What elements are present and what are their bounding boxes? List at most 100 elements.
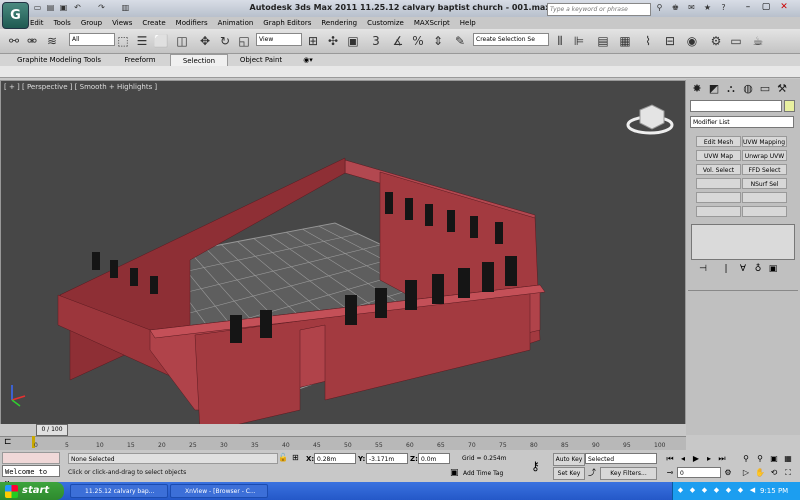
z-coordinate-field[interactable]: 0.0m: [418, 453, 450, 464]
taskbar-task-xnview[interactable]: XnView - [Browser - C...: [170, 484, 268, 498]
pivot-center-icon[interactable]: ⊞: [305, 33, 321, 49]
tab-freeform[interactable]: Freeform: [116, 54, 164, 66]
application-button[interactable]: G: [2, 2, 29, 29]
render-setup-icon[interactable]: ⚙: [708, 33, 724, 49]
maximize-button[interactable]: ▢: [758, 1, 774, 14]
pan-icon[interactable]: ✋: [754, 467, 766, 478]
tray-icon[interactable]: ◆: [736, 486, 745, 495]
previous-frame-icon[interactable]: ◂: [677, 453, 689, 464]
layer-manager-icon[interactable]: ▤: [595, 33, 611, 49]
maxscript-listener-input[interactable]: Welcome to M:: [2, 465, 60, 488]
tray-icon[interactable]: ◆: [712, 486, 721, 495]
unlink-icon[interactable]: ⚮: [24, 33, 40, 49]
open-file-icon[interactable]: ▤: [45, 3, 56, 13]
snaps-toggle[interactable]: 3: [368, 33, 384, 49]
bind-space-warp-icon[interactable]: ≋: [44, 33, 60, 49]
utilities-panel-icon[interactable]: ⚒: [775, 82, 789, 96]
menu-tools[interactable]: Tools: [54, 17, 71, 29]
object-name-field[interactable]: [690, 100, 782, 112]
y-coordinate-field[interactable]: -3.171m: [366, 453, 408, 464]
auto-key-button[interactable]: Auto Key: [553, 453, 585, 466]
new-file-icon[interactable]: ▭: [32, 3, 43, 13]
tray-icon[interactable]: ◆: [724, 486, 733, 495]
close-button[interactable]: ✕: [776, 1, 792, 14]
minimize-button[interactable]: –: [740, 1, 756, 14]
render-production-icon[interactable]: ☕: [750, 33, 766, 49]
modifier-button[interactable]: Unwrap UVW: [742, 150, 787, 161]
zoom-extents-all-icon[interactable]: ▦: [782, 453, 794, 464]
select-link-icon[interactable]: ⚯: [6, 33, 22, 49]
create-panel-icon[interactable]: ✸: [690, 82, 704, 96]
named-selection-dropdown[interactable]: Create Selection Se: [473, 33, 549, 46]
show-end-result-icon[interactable]: |: [720, 264, 732, 274]
lock-selection-icon[interactable]: 🔓: [278, 453, 288, 462]
modifier-stack[interactable]: [691, 224, 795, 260]
orbit-icon[interactable]: ⟲: [768, 467, 780, 478]
time-slider-thumb[interactable]: 0 / 100: [36, 424, 68, 436]
time-tag-icon[interactable]: ▣: [450, 468, 459, 478]
modifier-button[interactable]: NSurf Sel: [742, 178, 787, 189]
rotate-icon[interactable]: ↻: [217, 33, 233, 49]
display-panel-icon[interactable]: ▭: [758, 82, 772, 96]
help-icon[interactable]: ?: [718, 3, 729, 13]
schematic-view-icon[interactable]: ⊟: [662, 33, 678, 49]
key-mode-toggle-icon[interactable]: ⊸: [664, 467, 676, 478]
tab-graphite-modeling-tools[interactable]: Graphite Modeling Tools: [14, 54, 104, 66]
menu-animation[interactable]: Animation: [218, 17, 254, 29]
remove-modifier-icon[interactable]: ♁: [752, 264, 764, 274]
zoom-icon[interactable]: ⚲: [740, 453, 752, 464]
add-time-tag[interactable]: Add Time Tag: [463, 470, 503, 477]
time-configuration-icon[interactable]: ⚙: [722, 467, 734, 478]
edit-named-selection-icon[interactable]: ✎: [452, 33, 468, 49]
time-slider-track[interactable]: [0, 424, 686, 436]
go-to-end-icon[interactable]: ⏭: [716, 453, 728, 464]
tray-icon[interactable]: ◆: [688, 486, 697, 495]
tab-object-paint[interactable]: Object Paint: [234, 54, 288, 66]
maxscript-listener-output[interactable]: [2, 452, 60, 464]
default-in-out-tangents-icon[interactable]: ⤴: [588, 467, 596, 478]
modifier-button[interactable]: [742, 192, 787, 203]
tray-icon[interactable]: ◆: [700, 486, 709, 495]
menu-views[interactable]: Views: [112, 17, 132, 29]
select-manipulate-icon[interactable]: ✣: [325, 33, 341, 49]
menu-maxscript[interactable]: MAXScript: [414, 17, 450, 29]
tray-icon[interactable]: ◆: [676, 486, 685, 495]
absolute-mode-icon[interactable]: ⊞: [292, 453, 299, 462]
menu-group[interactable]: Group: [81, 17, 102, 29]
modifier-button[interactable]: UVW Mapping Ac: [742, 136, 787, 147]
modifier-button[interactable]: Edit Mesh: [696, 136, 741, 147]
tab-selection[interactable]: Selection: [170, 54, 228, 66]
configure-modifier-sets-icon[interactable]: ▣: [767, 264, 779, 274]
favorites-icon[interactable]: ★: [702, 3, 713, 13]
rendered-frame-icon[interactable]: ▭: [728, 33, 744, 49]
object-color-swatch[interactable]: [784, 100, 795, 112]
menu-graph-editors[interactable]: Graph Editors: [263, 17, 311, 29]
next-frame-icon[interactable]: ▸: [703, 453, 715, 464]
save-icon[interactable]: ▣: [58, 3, 69, 13]
undo-icon[interactable]: ↶: [72, 3, 83, 13]
spinner-snap-toggle[interactable]: ⇕: [430, 33, 446, 49]
maximize-viewport-icon[interactable]: ⛶: [782, 467, 794, 478]
modifier-button[interactable]: [696, 178, 741, 189]
menu-modifiers[interactable]: Modifiers: [176, 17, 208, 29]
percent-snap-toggle[interactable]: %: [410, 33, 426, 49]
volume-icon[interactable]: ◀: [748, 486, 757, 495]
menu-rendering[interactable]: Rendering: [321, 17, 357, 29]
modifier-list-dropdown[interactable]: Modifier List: [690, 116, 794, 128]
search-input[interactable]: Type a keyword or phrase: [547, 3, 651, 16]
select-object-icon[interactable]: ⬚: [115, 33, 131, 49]
select-by-name-icon[interactable]: ☰: [134, 33, 150, 49]
redo-icon[interactable]: ↷: [96, 3, 107, 13]
motion-panel-icon[interactable]: ◍: [741, 82, 755, 96]
keyboard-shortcut-icon[interactable]: ▣: [345, 33, 361, 49]
align-icon[interactable]: ⊫: [571, 33, 587, 49]
mini-curve-editor-icon[interactable]: ⊏: [4, 437, 12, 447]
curve-editor-icon[interactable]: ⌇: [640, 33, 656, 49]
modifier-button[interactable]: UVW Map: [696, 150, 741, 161]
menu-edit[interactable]: Edit: [30, 17, 44, 29]
set-key-button[interactable]: Set Key: [553, 467, 585, 480]
key-icon[interactable]: ⚷: [531, 459, 540, 473]
key-filters-button[interactable]: Key Filters...: [600, 467, 657, 480]
angle-snap-toggle[interactable]: ∡: [390, 33, 406, 49]
zoom-extents-icon[interactable]: ▣: [768, 453, 780, 464]
